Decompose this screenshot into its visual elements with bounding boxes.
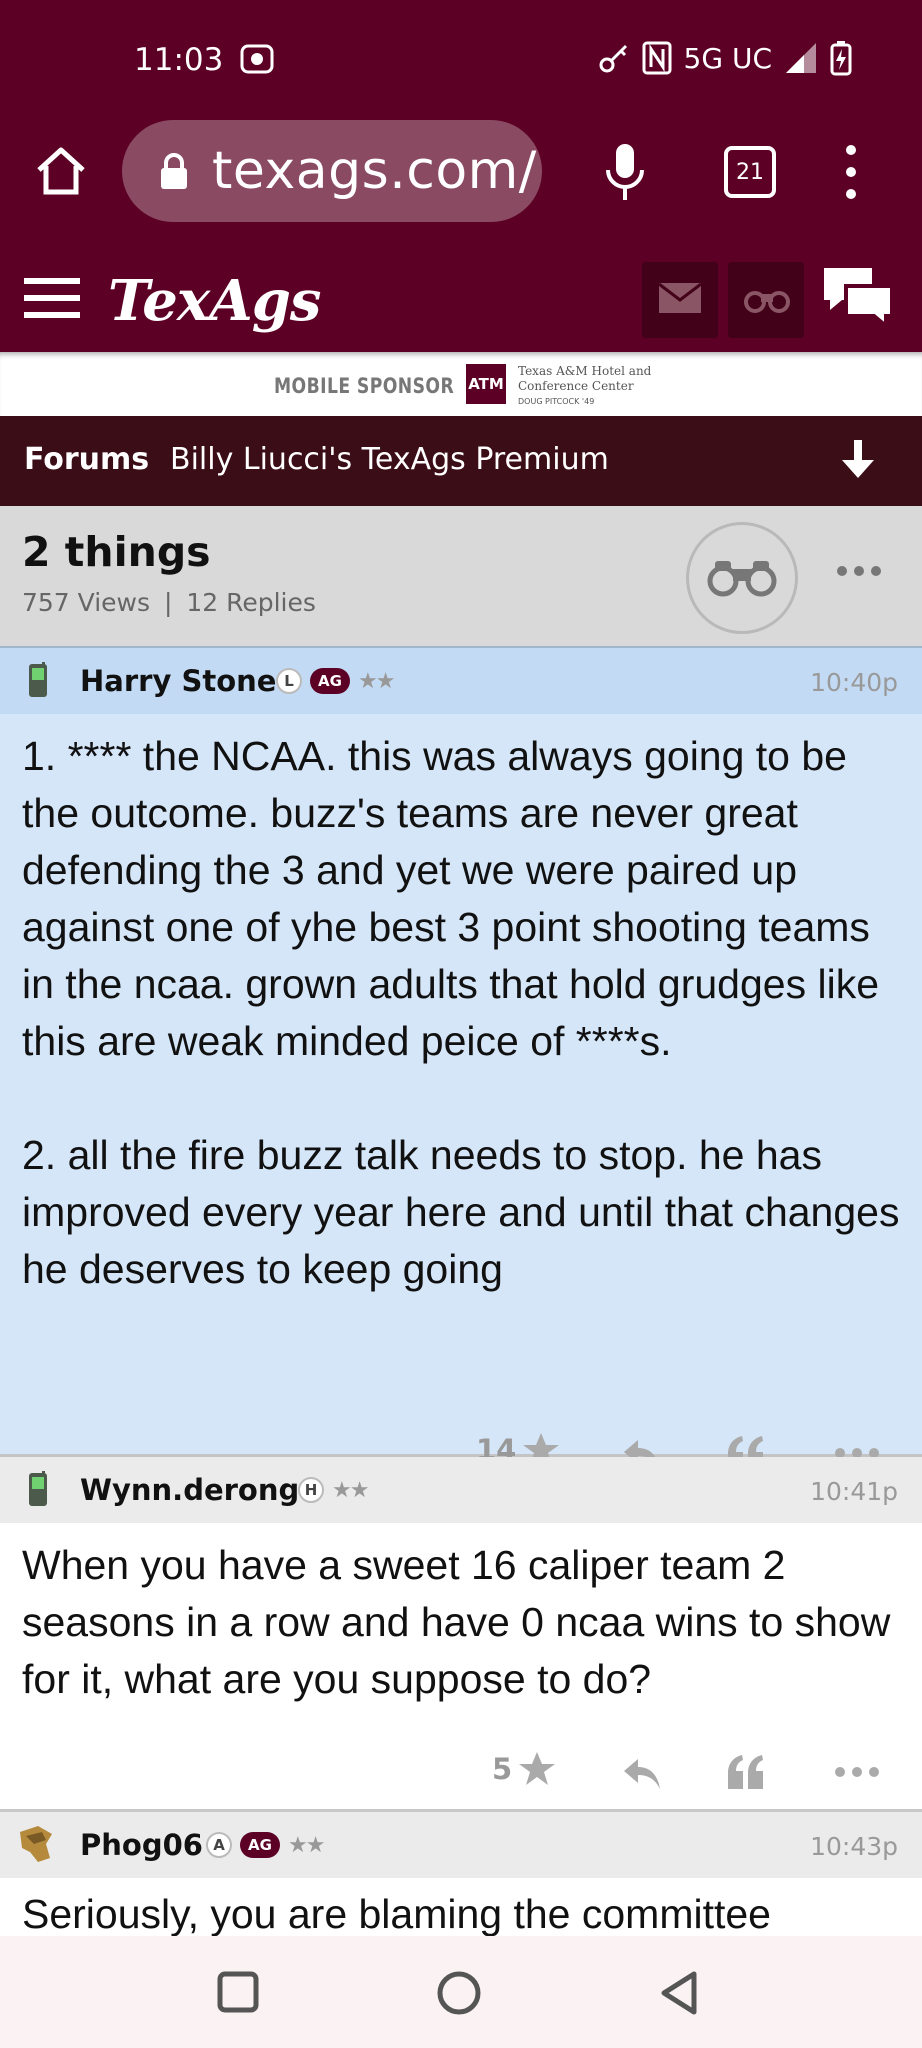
thread-views: 757 Views — [22, 588, 151, 617]
reply-icon[interactable] — [622, 1757, 662, 1791]
badge-letter: H — [298, 1477, 324, 1503]
mobile-phone-icon — [29, 1471, 47, 1506]
post-header: Phog06 A AG ★★ 10:43p — [0, 1812, 922, 1878]
badge-letter: L — [276, 668, 302, 694]
address-bar[interactable]: texags.com/ — [122, 120, 542, 222]
more-options-icon[interactable] — [834, 1765, 880, 1779]
quote-icon[interactable] — [726, 1753, 766, 1791]
author-badges: L AG ★★ — [276, 668, 395, 694]
binoculars-icon — [744, 291, 790, 313]
browser-menu-icon[interactable] — [836, 140, 866, 204]
battery-charging-icon — [830, 41, 852, 76]
post: Phog06 A AG ★★ 10:43p Seriously, you are… — [0, 1812, 922, 1936]
mail-icon — [658, 282, 702, 313]
breadcrumb: Forums Billy Liucci's TexAgs Premium — [0, 416, 922, 506]
thread-header: 2 things 757 Views | 12 Replies — [0, 506, 922, 648]
post-time: 10:40p — [810, 668, 898, 697]
badge-ag: AG — [310, 668, 350, 694]
home-icon[interactable] — [34, 144, 88, 198]
address-bar-row: texags.com/ 21 — [0, 120, 922, 230]
status-indicators: 5G UC — [598, 40, 852, 76]
post-author[interactable]: Phog06 — [80, 1828, 203, 1862]
url-text[interactable]: texags.com/ — [212, 141, 537, 201]
post: Wynn.derong H ★★ 10:41p When you have a … — [0, 1457, 922, 1812]
stats-separator: | — [163, 588, 173, 617]
author-badges: H ★★ — [298, 1477, 369, 1503]
avatar-icon — [20, 1826, 52, 1862]
tab-switcher-button[interactable]: 21 — [724, 146, 776, 198]
post-actions: 5 — [0, 1723, 922, 1823]
sponsor-line: Conference Center — [518, 379, 634, 393]
badge-letter: A — [206, 1832, 232, 1858]
thread-replies: 12 Replies — [186, 588, 316, 617]
rank-stars: ★★ — [288, 1832, 325, 1858]
post-body: Seriously, you are blaming the committee — [22, 1891, 771, 1936]
watch-thread-button[interactable] — [686, 522, 798, 634]
microphone-icon[interactable] — [600, 142, 650, 202]
lock-icon — [161, 153, 187, 189]
system-navigation-bar — [0, 1936, 922, 2048]
sponsor-line: Texas A&M Hotel and — [518, 364, 652, 378]
hamburger-menu-icon[interactable] — [24, 276, 80, 320]
back-icon[interactable] — [658, 1970, 700, 2016]
chat-icon[interactable] — [820, 264, 896, 330]
post-time: 10:43p — [810, 1832, 898, 1861]
sponsor-label: MOBILE SPONSOR — [274, 374, 455, 398]
post-body: 1. **** the NCAA. this was always going … — [22, 733, 900, 1292]
browser-chrome: 11:03 5G UC texags.com/ 21 TexAgs — [0, 0, 922, 352]
signal-icon — [786, 43, 816, 73]
post-body: When you have a sweet 16 caliper team 2 … — [22, 1542, 902, 1702]
author-badges: A AG ★★ — [206, 1832, 325, 1858]
tab-count: 21 — [736, 159, 764, 185]
like-button[interactable]: 5 — [492, 1751, 556, 1787]
post-header: Wynn.derong H ★★ 10:41p — [0, 1457, 922, 1523]
thread-stats: 757 Views | 12 Replies — [22, 588, 316, 617]
watched-threads-button[interactable] — [728, 262, 804, 338]
texas-am-logo: ATM — [466, 364, 506, 404]
sponsor-line: DOUG PITCOCK '49 — [518, 397, 595, 406]
network-label: 5G UC — [683, 41, 772, 75]
breadcrumb-board[interactable]: Billy Liucci's TexAgs Premium — [170, 442, 609, 477]
site-header: TexAgs — [0, 262, 922, 352]
mobile-phone-icon — [29, 662, 47, 697]
post-header: Harry Stone L AG ★★ 10:40p — [0, 648, 922, 714]
home-circle-icon[interactable] — [436, 1970, 482, 2016]
sponsor-hotel-text: Texas A&M Hotel and Conference Center DO… — [518, 364, 651, 409]
screen-record-icon — [240, 44, 274, 74]
like-count: 5 — [492, 1752, 513, 1786]
messages-button[interactable] — [642, 262, 718, 338]
status-time: 11:03 — [134, 42, 224, 78]
recent-apps-icon[interactable] — [216, 1970, 260, 2014]
breadcrumb-forums[interactable]: Forums — [24, 442, 149, 477]
rank-stars: ★★ — [358, 668, 395, 694]
mobile-sponsor-banner[interactable]: MOBILE SPONSOR ATM Texas A&M Hotel and C… — [0, 352, 922, 416]
post-author[interactable]: Harry Stone — [80, 664, 276, 698]
status-bar: 11:03 5G UC — [0, 0, 922, 124]
post-time: 10:41p — [810, 1477, 898, 1506]
key-icon — [599, 44, 627, 73]
texags-logo[interactable]: TexAgs — [108, 268, 321, 334]
post-author[interactable]: Wynn.derong — [80, 1473, 299, 1507]
star-icon — [519, 1752, 556, 1785]
binoculars-icon — [707, 561, 777, 597]
thread-title: 2 things — [22, 528, 211, 576]
rank-stars: ★★ — [332, 1477, 369, 1503]
arrow-down-icon[interactable] — [840, 438, 876, 482]
nfc-icon — [642, 41, 672, 75]
badge-ag: AG — [240, 1832, 280, 1858]
post: Harry Stone L AG ★★ 10:40p 1. **** the N… — [0, 648, 922, 1470]
more-options-icon[interactable] — [836, 556, 882, 586]
